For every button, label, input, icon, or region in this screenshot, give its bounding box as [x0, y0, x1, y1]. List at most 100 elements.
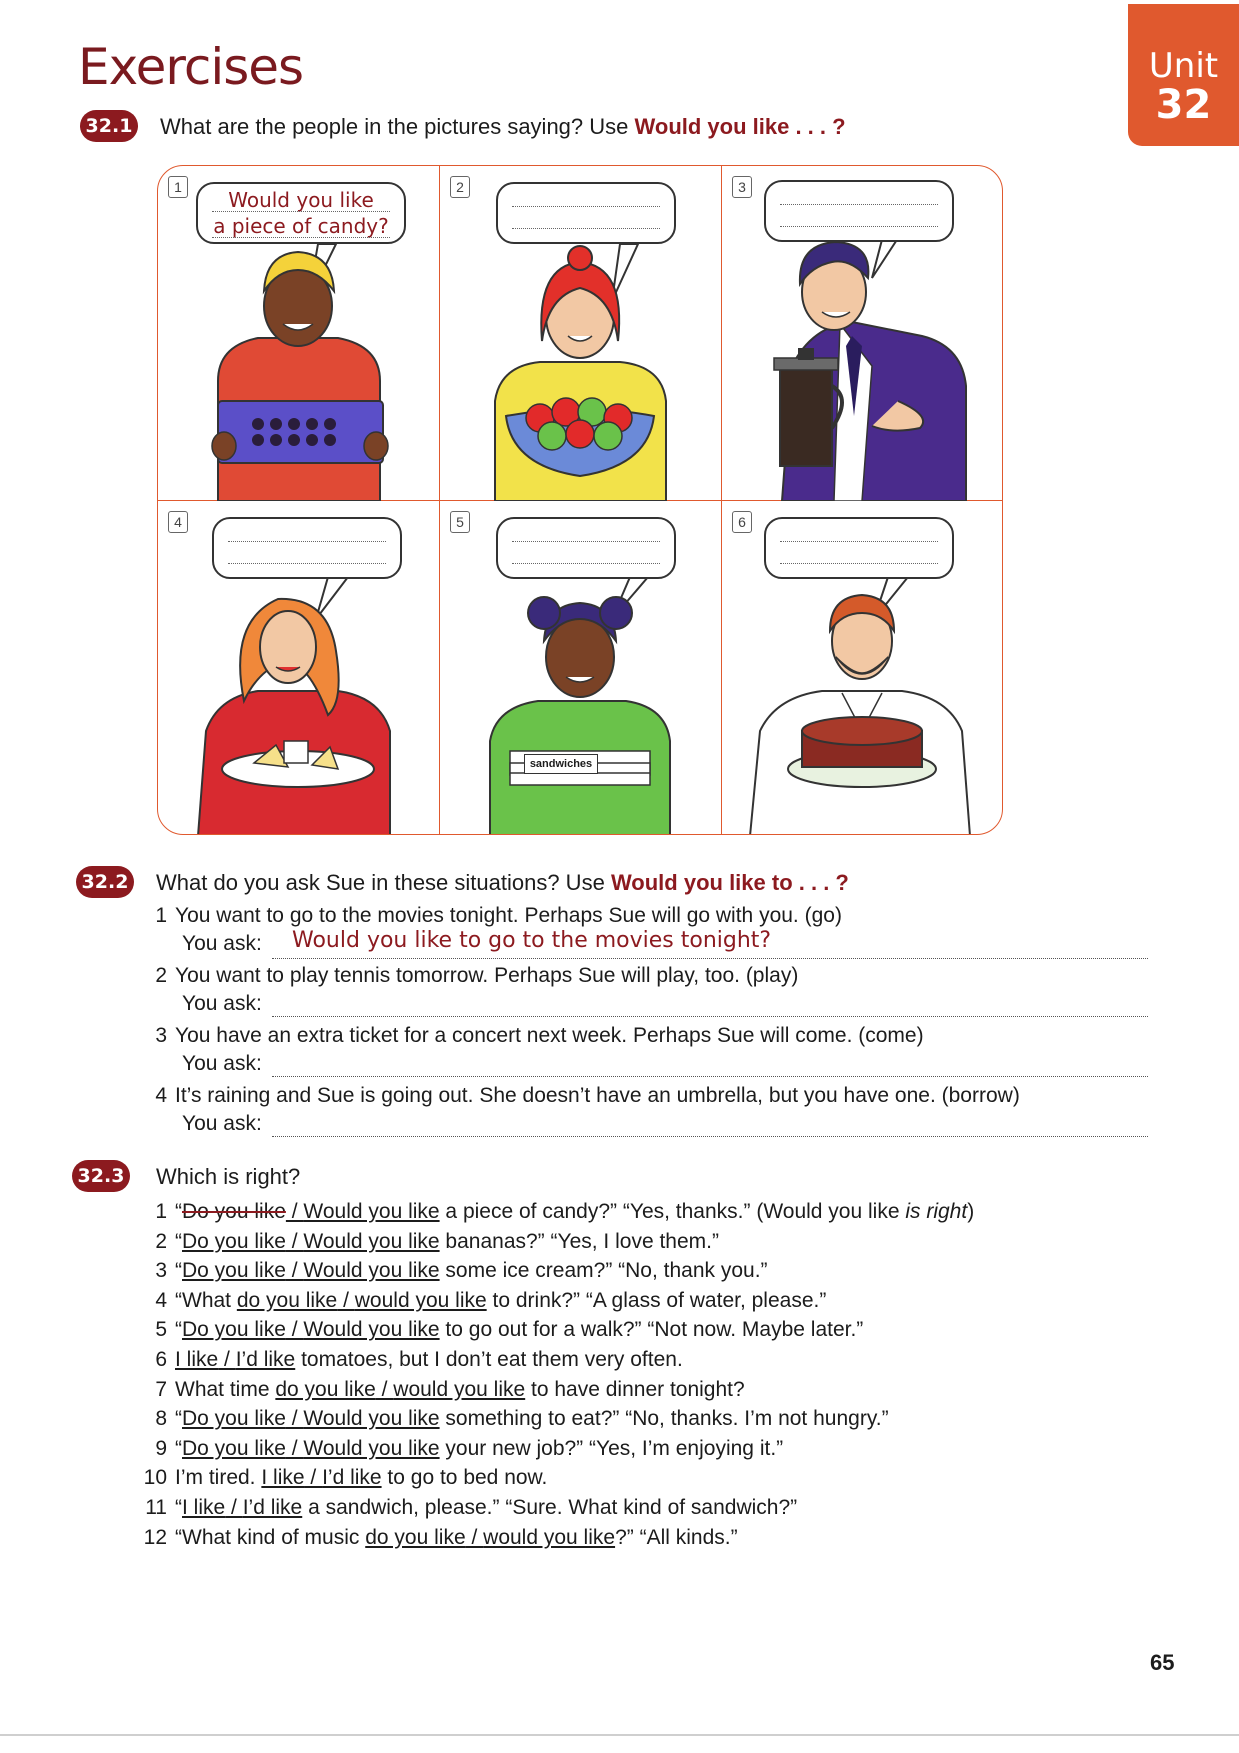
choice-separator: /	[285, 1318, 304, 1342]
item-number: 5	[155, 1318, 167, 1342]
choice-separator: /	[218, 1348, 236, 1371]
item-number: 2	[155, 1229, 167, 1253]
item-suffix: bananas?” “Yes, I love them.”	[439, 1229, 719, 1253]
cell-number: 2	[450, 176, 470, 198]
choice-item: 7 What time do you like / would you like …	[140, 1377, 745, 1402]
choice-item: 6 I like / I’d like tomatoes, but I don’t…	[140, 1348, 683, 1372]
choice-option-1[interactable]: do you like	[275, 1378, 375, 1401]
choice-option-1[interactable]: Do you like	[182, 1437, 286, 1460]
answer-line-1[interactable]	[272, 958, 1148, 959]
item-suffix: something to eat?” “No, thanks. I’m not …	[439, 1407, 889, 1431]
item-prefix: “	[175, 1436, 182, 1460]
choice-option-1[interactable]: I like	[175, 1348, 218, 1371]
ask-row-1: You ask:	[140, 932, 262, 956]
exercise-32-2-prompt: What do you ask Sue in these situations?…	[156, 870, 849, 896]
item-suffix: a piece of candy?” “Yes, thanks.” (Would…	[439, 1200, 906, 1223]
ask-label: You ask:	[182, 992, 262, 1015]
item-text: You have an extra ticket for a concert n…	[175, 1024, 924, 1047]
item-suffix: a sandwich, please.” “Sure. What kind of…	[302, 1496, 798, 1519]
question-item-3: 3 You have an extra ticket for a concert …	[140, 1024, 924, 1048]
choice-option-2[interactable]: would you like	[483, 1526, 615, 1549]
exercise-badge-32-2: 32.2	[76, 866, 134, 898]
choice-option-1[interactable]: Do you like	[182, 1230, 286, 1253]
picture-cell-2: 2	[440, 166, 722, 501]
speech-bubble-1: Would you like a piece of candy?	[196, 182, 406, 244]
item-prefix: “	[175, 1496, 182, 1519]
choice-option-1[interactable]: do you like	[237, 1289, 337, 1312]
choice-separator: /	[465, 1525, 484, 1549]
item-number: 9	[155, 1436, 167, 1460]
speech-bubble-4[interactable]	[212, 517, 402, 579]
choice-option-2[interactable]: Would you like	[303, 1230, 439, 1253]
prompt-text: What do you ask Sue in these situations?…	[156, 870, 605, 895]
item-number: 2	[155, 964, 167, 987]
ask-label: You ask:	[182, 1112, 262, 1135]
item-suffix: tomatoes, but I don’t eat them very ofte…	[295, 1348, 683, 1371]
exercise-badge-32-1: 32.1	[80, 110, 138, 142]
cell-number: 3	[732, 176, 752, 198]
choice-option-2[interactable]: Would you like	[303, 1437, 439, 1460]
question-item-1: 1 You want to go to the movies tonight. P…	[140, 904, 842, 928]
item-number: 4	[155, 1288, 167, 1312]
picture-cell-3: 3	[722, 166, 1002, 501]
choice-option-2[interactable]: I’d like	[322, 1466, 382, 1489]
choice-option-2[interactable]: Would you like	[303, 1259, 439, 1282]
item-suffix: to have dinner tonight?	[525, 1377, 745, 1401]
item-number: 12	[143, 1525, 167, 1549]
answer-line-3[interactable]	[272, 1076, 1148, 1077]
item-suffix: to go out for a walk?” “Not now. Maybe l…	[439, 1318, 864, 1342]
choice-item: 8 “Do you like / Would you like something…	[140, 1407, 889, 1431]
item-text: It’s raining and Sue is going out. She d…	[175, 1084, 1020, 1107]
choice-item: 1 “Do you like / Would you like a piece o…	[140, 1200, 974, 1224]
item-number: 10	[143, 1466, 167, 1490]
speech-bubble-5[interactable]	[496, 517, 676, 579]
ask-row-3: You ask:	[140, 1052, 262, 1076]
item-prefix: “	[175, 1407, 182, 1431]
choice-option-2[interactable]: would you like	[393, 1378, 525, 1401]
choice-item: 2 “Do you like / Would you like bananas?”…	[140, 1230, 719, 1254]
item-suffix: some ice cream?” “No, thank you.”	[439, 1259, 768, 1283]
picture-cell-6: 6	[722, 501, 1002, 834]
choice-option-2[interactable]: Would you like	[303, 1318, 439, 1341]
speech-bubble-3[interactable]	[764, 180, 954, 242]
exercise-32-2-items: 1 You want to go to the movies tonight. P…	[140, 904, 1150, 1144]
choice-separator: /	[285, 1259, 304, 1283]
choice-option-2[interactable]: I’d like	[243, 1496, 303, 1519]
item-prefix: “	[175, 1229, 182, 1253]
item-text: You want to go to the movies tonight. Pe…	[175, 904, 842, 927]
choice-option-1[interactable]: Do you like	[182, 1407, 286, 1430]
item-suffix: your new job?” “Yes, I’m enjoying it.”	[439, 1436, 784, 1460]
cell-number: 5	[450, 511, 470, 533]
choice-option-2[interactable]: Would you like	[303, 1200, 439, 1223]
choice-separator: /	[285, 1436, 304, 1460]
choice-option-1[interactable]: do you like	[365, 1526, 465, 1549]
choice-option-1[interactable]: Do you like	[182, 1259, 286, 1282]
choice-separator: /	[304, 1466, 323, 1490]
unit-tab: Unit 32	[1128, 4, 1239, 146]
choice-item: 12 “What kind of music do you like / woul…	[140, 1526, 738, 1550]
choice-item: 11 “I like / I’d like a sandwich, please.…	[140, 1496, 797, 1520]
choice-option-2[interactable]: would you like	[355, 1289, 487, 1312]
ask-label: You ask:	[182, 1052, 262, 1075]
ask-row-2: You ask:	[140, 992, 262, 1016]
speech-bubble-2[interactable]	[496, 182, 676, 244]
choice-option-1[interactable]: Do you like	[182, 1318, 286, 1341]
prompt-bold: Would you like . . . ?	[634, 114, 846, 139]
choice-separator: /	[375, 1377, 394, 1401]
choice-option-1[interactable]: I like	[261, 1466, 304, 1489]
answer-line-2[interactable]	[272, 1016, 1148, 1017]
choice-option-1[interactable]: Do you like	[182, 1200, 286, 1223]
sandwiches-sign: sandwiches	[524, 754, 598, 774]
page-number: 65	[1150, 1650, 1175, 1675]
item-note: is right	[905, 1200, 968, 1223]
cell-number: 6	[732, 511, 752, 533]
item-prefix: “	[175, 1259, 182, 1283]
choice-option-2[interactable]: Would you like	[303, 1407, 439, 1430]
speech-bubble-6[interactable]	[764, 517, 954, 579]
answer-line-4[interactable]	[272, 1136, 1148, 1137]
choice-item: 9 “Do you like / Would you like your new …	[140, 1437, 783, 1461]
item-prefix: “	[175, 1200, 182, 1223]
item-prefix: “What kind of music	[175, 1525, 366, 1549]
choice-option-1[interactable]: I like	[182, 1496, 225, 1519]
choice-option-2[interactable]: I’d like	[236, 1348, 296, 1371]
